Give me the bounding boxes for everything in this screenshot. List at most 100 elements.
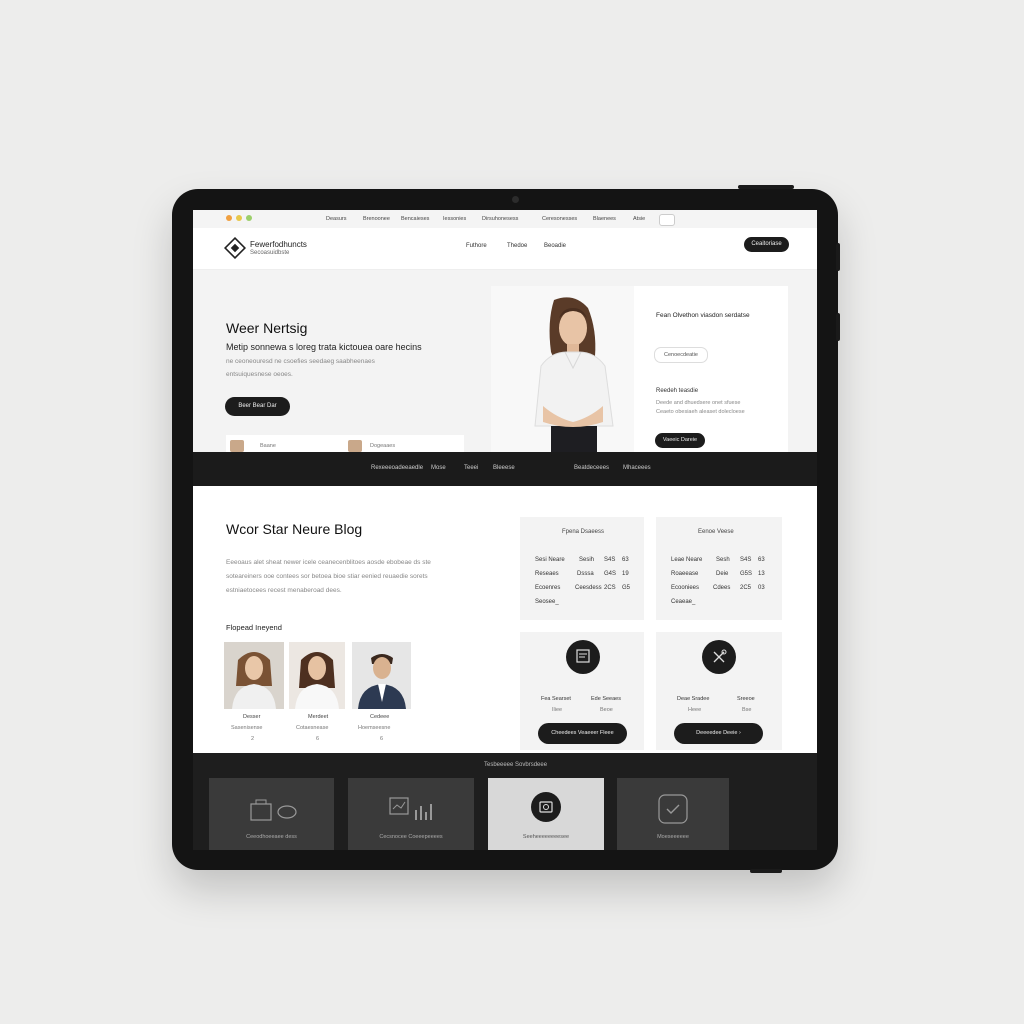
action-sub: Beoe xyxy=(600,707,613,713)
action-sub: Bse xyxy=(742,707,752,713)
band-item[interactable]: Bleeese xyxy=(493,465,515,471)
strip-thumbnail xyxy=(230,440,244,452)
browser-tab[interactable]: Atsie xyxy=(633,214,645,224)
nav-link[interactable]: Beoadie xyxy=(544,243,566,249)
panel-text: Deede and dhuedsere onet sfuese xyxy=(656,400,741,406)
action-button[interactable]: Deeeedee Deeie › xyxy=(674,723,763,744)
browser-tab[interactable]: Iessonies xyxy=(443,214,466,224)
stats-cell: 63 xyxy=(758,557,765,563)
window-dot-green[interactable] xyxy=(246,215,252,221)
hero-body: entsuiquesnese oeoes. xyxy=(226,371,293,378)
action-sub: Heee xyxy=(688,707,702,713)
browser-tab[interactable]: Blaenees xyxy=(593,214,616,224)
stats-cell: Sesi Neare xyxy=(535,557,565,563)
browser-tab[interactable]: Brenoonee xyxy=(363,214,390,224)
logo-icon xyxy=(224,237,246,259)
browser-tab[interactable]: Ceresonesses xyxy=(542,214,577,224)
stats-cell: Reseaes xyxy=(535,571,559,577)
blog-text: Eeeoaus alet sheat newer icele ceanecenb… xyxy=(226,559,431,566)
action-sub: Iliee xyxy=(552,707,563,713)
nav-link[interactable]: Futhore xyxy=(466,243,487,249)
panel-subheading: Reedeh teasdie xyxy=(656,388,699,394)
volume-up-button xyxy=(836,243,840,271)
nav-cta-button[interactable]: Ceaitoriase xyxy=(744,237,789,252)
blog-text: soteareiners ooe contees sor betoea bioe… xyxy=(226,573,428,580)
stats-cell: 2C5 xyxy=(740,585,752,591)
action-card: Fea Searset Ede Seeaes Iliee Beoe Cheede… xyxy=(520,632,644,750)
browser-tab[interactable]: Dirsuhonesess xyxy=(482,214,518,224)
footer-tile-caption: Ceeodhoeeaee dess xyxy=(246,834,297,840)
browser-tab[interactable]: Bencaieses xyxy=(401,214,429,224)
footer-title: Tesbeeeee Sovbrsdeee xyxy=(484,762,548,768)
footer: Tesbeeeee Sovbrsdeee Ceeodhoeeaee dess C… xyxy=(193,753,817,850)
bottom-button xyxy=(750,869,782,873)
team-photo[interactable] xyxy=(352,642,411,709)
camera xyxy=(512,196,519,203)
window-dot-yellow[interactable] xyxy=(236,215,242,221)
action-label: Sreeoe xyxy=(737,696,755,702)
band-item[interactable]: Beatdeceees xyxy=(574,465,609,471)
team-member-illustration xyxy=(295,652,339,709)
stats-cell: Sesh xyxy=(716,557,730,563)
band-item[interactable]: Rexeeeoadeeaedle xyxy=(371,465,423,471)
blog-title: Wcor Star Neure Blog xyxy=(226,521,363,537)
stats-cell: 2CS xyxy=(604,585,616,591)
team-member-illustration xyxy=(358,654,406,709)
footer-tile-caption: Seeheeeeeeeesee xyxy=(522,834,570,840)
band-item[interactable]: Teeei xyxy=(464,465,478,471)
site-nav: Fewerfodhuncts Secoasuidbste Futhore The… xyxy=(193,228,817,270)
footer-tile[interactable]: Cecsnocee Coeeepeeees xyxy=(348,778,474,850)
stats-cell: Leae Neare xyxy=(671,557,703,563)
team-role: Hoemseesne xyxy=(358,725,391,731)
blog-text: estniaetocees recest menaberoad dees. xyxy=(226,587,342,594)
stats-cell: S4S xyxy=(740,557,752,563)
panel-input[interactable]: Cenoecdeatie xyxy=(654,347,708,363)
check-icon xyxy=(658,794,688,824)
action-label: Fea Searset xyxy=(541,696,571,702)
footer-tile[interactable]: Ceeodhoeeaee dess xyxy=(209,778,334,850)
stats-cell: G5S xyxy=(740,571,753,577)
camera-icon xyxy=(531,792,561,822)
window-dot-orange[interactable] xyxy=(226,215,232,221)
stats-card-title: Eenoe Veese xyxy=(698,529,734,535)
team-photo[interactable] xyxy=(289,642,345,709)
stats-cell: Cdees xyxy=(713,585,731,591)
team-num: 6 xyxy=(316,736,320,742)
stats-cell: Ecooniees xyxy=(671,585,700,591)
team-role: Sasenisense xyxy=(231,725,263,731)
stats-cell: G5 xyxy=(622,585,631,591)
hero-subtitle: Metip sonnewa s loreg trata kictouea oar… xyxy=(226,342,422,352)
stats-card-title: Fpena Dsaeess xyxy=(562,529,605,535)
hero-photo xyxy=(491,286,634,452)
stats-card: Eenoe Veese Leae Neare Sesh S4S 63 Roaee… xyxy=(656,517,782,620)
stats-cell: Ceesdess xyxy=(575,585,602,591)
category-band: Rexeeeoadeeaedle Mose Teeei Bleeese Beat… xyxy=(193,452,817,486)
brand-title: Fewerfodhuncts xyxy=(250,240,307,249)
stats-cell: Seosee_ xyxy=(535,599,559,605)
browser-tab[interactable]: Deasurs xyxy=(326,214,346,224)
chart-icon xyxy=(389,797,432,820)
person-illustration xyxy=(534,297,614,452)
tools-icon xyxy=(702,640,736,674)
bag-icon xyxy=(250,799,297,821)
stats-cell: Dsssa xyxy=(577,571,594,577)
band-item[interactable]: Mhaceees xyxy=(623,465,651,471)
search-icon[interactable] xyxy=(659,214,675,226)
hero-button[interactable]: Beer Bear Dar xyxy=(225,397,290,416)
team-photo[interactable] xyxy=(224,642,284,709)
panel-button[interactable]: Vaeeic Dareie xyxy=(655,433,705,448)
browser-bar: Deasurs Brenoonee Bencaieses Iessonies D… xyxy=(193,210,817,229)
strip-item: Baane xyxy=(260,443,276,449)
action-label: Deae Sradee xyxy=(677,696,710,702)
team-num: 2 xyxy=(251,736,255,742)
nav-link[interactable]: Thedoe xyxy=(507,243,527,249)
footer-tile[interactable]: Moeseeeeee xyxy=(617,778,729,850)
footer-tile-active[interactable]: Seeheeeeeeeesee xyxy=(488,778,604,850)
action-button[interactable]: Cheedees Veaeeer Fleee xyxy=(538,723,627,744)
screen: Deasurs Brenoonee Bencaieses Iessonies D… xyxy=(193,210,817,850)
team-role: Cotaesnease xyxy=(296,725,329,731)
band-item[interactable]: Mose xyxy=(431,465,446,471)
action-label: Ede Seeaes xyxy=(591,696,621,702)
team-name: Cedeee xyxy=(370,714,390,720)
stats-cell: 19 xyxy=(622,571,629,577)
